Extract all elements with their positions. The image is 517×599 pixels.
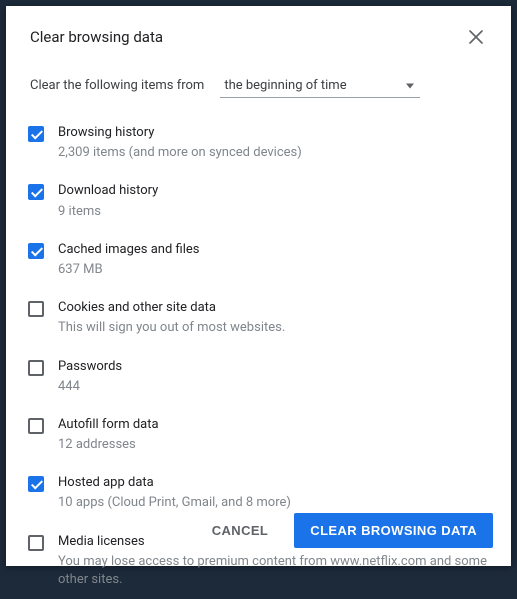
option-text: Download history 9 items: [58, 182, 499, 220]
option-label: Hosted app data: [58, 474, 489, 492]
option-checkbox[interactable]: [28, 301, 44, 317]
option-text: Autofill form data 12 addresses: [58, 416, 499, 454]
option-row: Cookies and other site data This will sig…: [28, 289, 499, 347]
option-text: Cookies and other site data This will sig…: [58, 299, 499, 337]
clear-from-label: Clear the following items from: [30, 78, 204, 93]
option-label: Passwords: [58, 358, 489, 376]
checkbox-wrap: [28, 241, 58, 259]
time-range-dropdown[interactable]: the beginning of time: [220, 74, 420, 98]
option-label: Download history: [58, 182, 489, 200]
option-checkbox[interactable]: [28, 126, 44, 142]
option-row: Passwords 444: [28, 348, 499, 406]
option-label: Autofill form data: [58, 416, 489, 434]
option-row: Autofill form data 12 addresses: [28, 406, 499, 464]
close-icon: [469, 30, 483, 44]
clear-browsing-data-dialog: Clear browsing data Clear the following …: [6, 6, 511, 566]
time-range-value: the beginning of time: [224, 78, 346, 93]
option-row: Browsing history 2,309 items (and more on…: [28, 114, 499, 172]
option-sublabel: This will sign you out of most websites.: [58, 319, 489, 337]
option-text: Cached images and files 637 MB: [58, 241, 499, 279]
clear-browsing-data-button[interactable]: CLEAR BROWSING DATA: [294, 513, 493, 548]
option-checkbox[interactable]: [28, 360, 44, 376]
time-range-row: Clear the following items from the begin…: [6, 58, 511, 106]
checkbox-wrap: [28, 474, 58, 492]
option-text: Browsing history 2,309 items (and more on…: [58, 124, 499, 162]
option-sublabel: 9 items: [58, 203, 489, 221]
option-checkbox[interactable]: [28, 476, 44, 492]
option-label: Cached images and files: [58, 241, 489, 259]
checkbox-wrap: [28, 299, 58, 317]
option-checkbox[interactable]: [28, 184, 44, 200]
option-row: Download history 9 items: [28, 172, 499, 230]
option-checkbox[interactable]: [28, 418, 44, 434]
chevron-down-icon: [406, 83, 414, 88]
option-sublabel: 2,309 items (and more on synced devices): [58, 144, 489, 162]
dialog-title: Clear browsing data: [30, 28, 163, 46]
checkbox-wrap: [28, 358, 58, 376]
option-checkbox[interactable]: [28, 243, 44, 259]
option-label: Browsing history: [58, 124, 489, 142]
option-sublabel: 444: [58, 378, 489, 396]
dialog-header: Clear browsing data: [6, 6, 511, 58]
option-row: Cached images and files 637 MB: [28, 231, 499, 289]
option-sublabel: 12 addresses: [58, 436, 489, 454]
dialog-footer: CANCEL CLEAR BROWSING DATA: [6, 497, 511, 566]
cancel-button[interactable]: CANCEL: [202, 515, 279, 546]
option-sublabel: 637 MB: [58, 261, 489, 279]
option-text: Passwords 444: [58, 358, 499, 396]
option-label: Cookies and other site data: [58, 299, 489, 317]
close-button[interactable]: [465, 26, 487, 48]
checkbox-wrap: [28, 124, 58, 142]
checkbox-wrap: [28, 416, 58, 434]
checkbox-wrap: [28, 182, 58, 200]
